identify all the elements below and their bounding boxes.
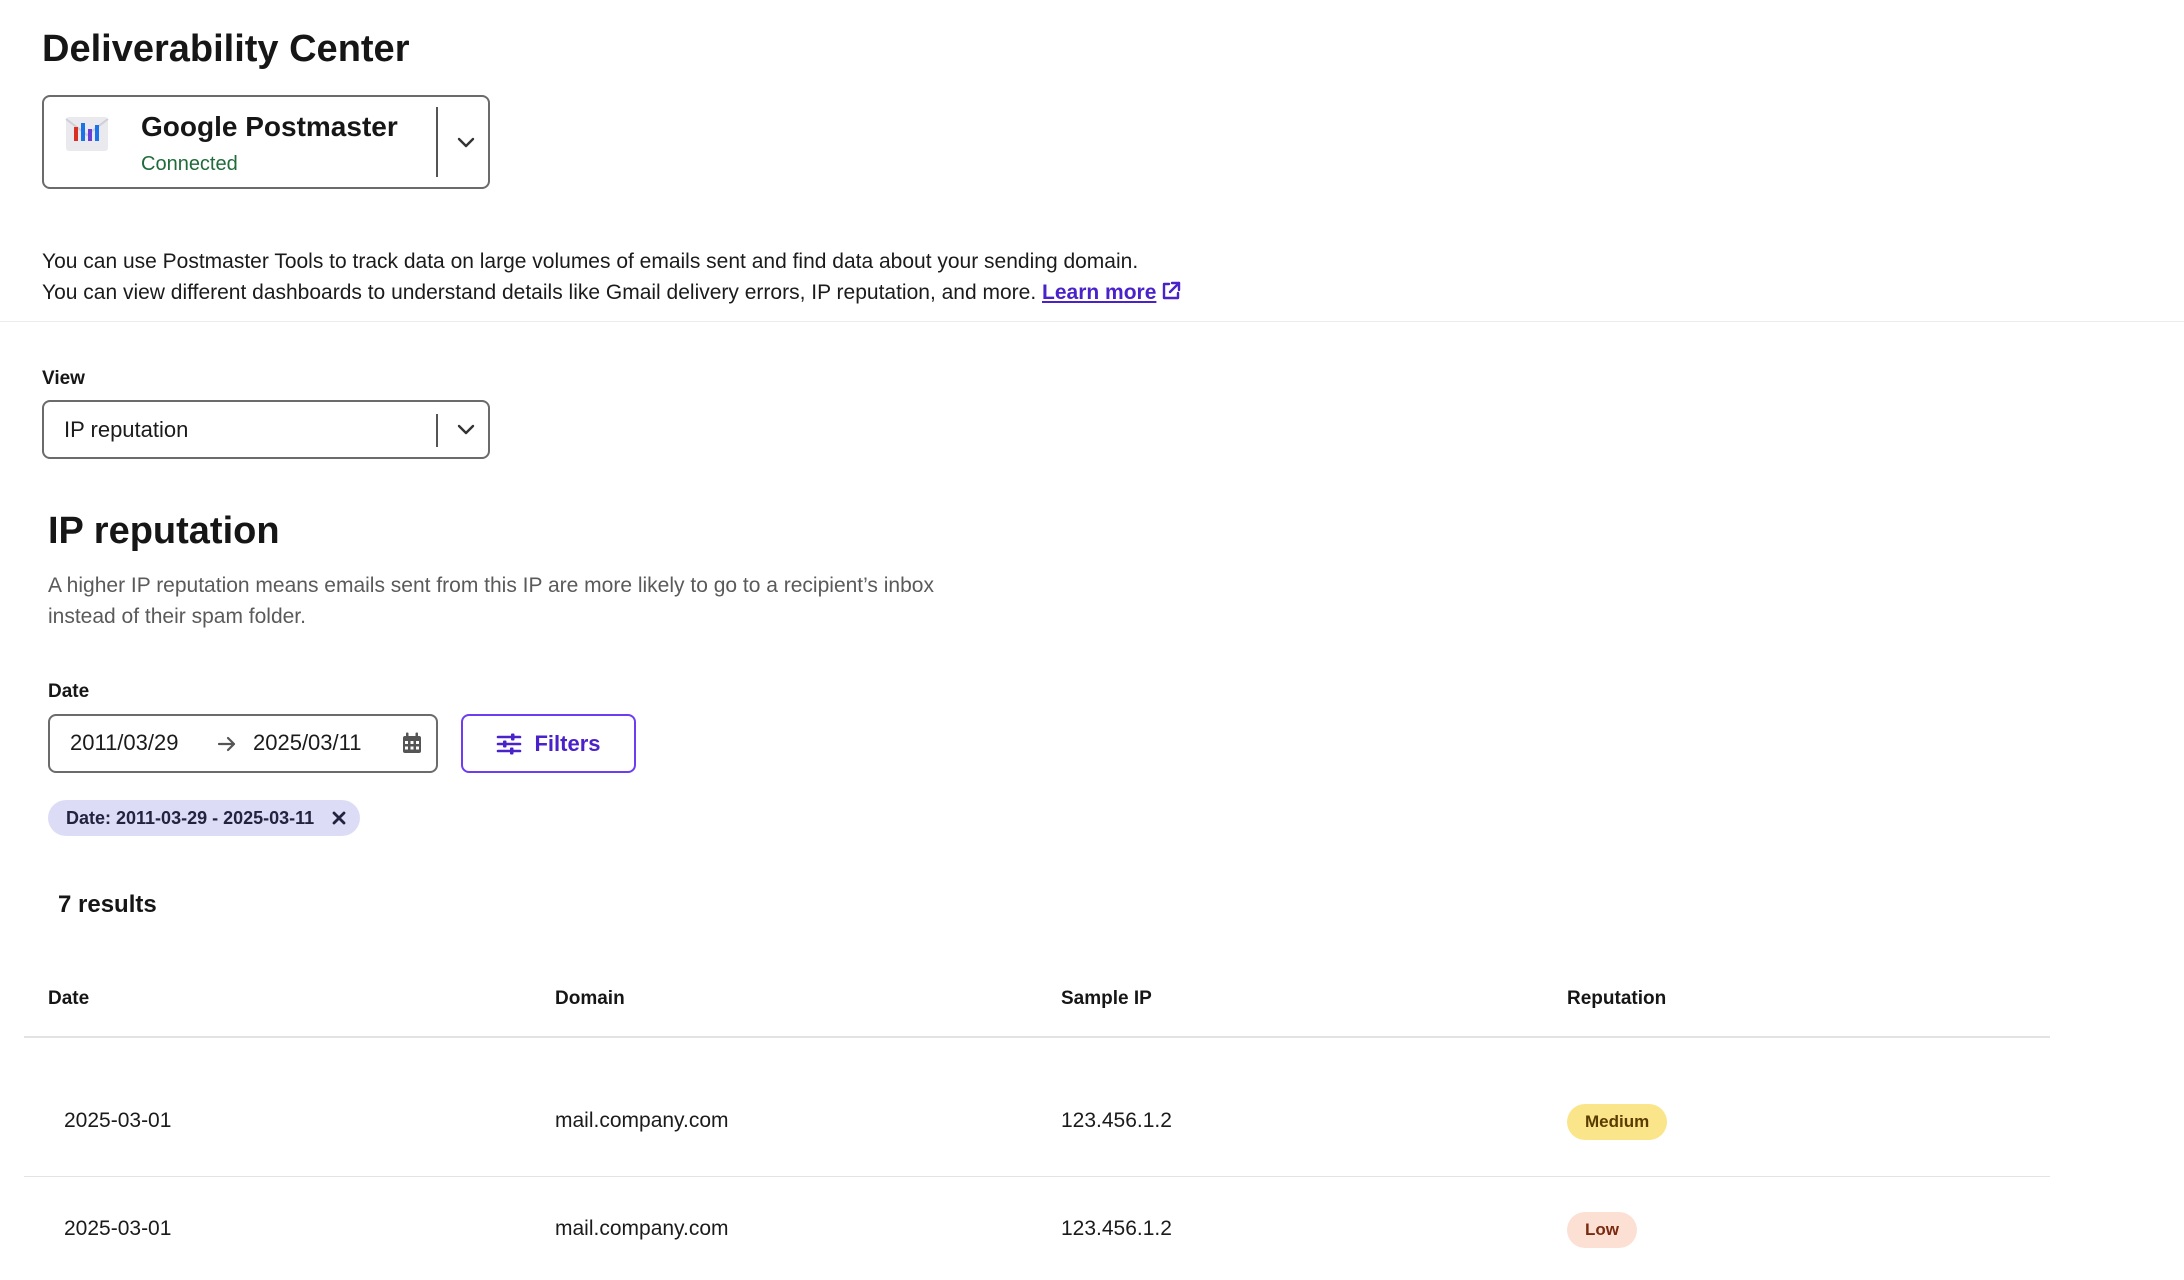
cell-sample-ip: 123.456.1.2 <box>1061 1217 1172 1240</box>
integration-status: Connected <box>141 153 238 175</box>
cell-date: 2025-03-01 <box>64 1109 172 1132</box>
reputation-badge-medium: Medium <box>1567 1104 1668 1140</box>
select-divider <box>436 414 438 447</box>
filters-button-label: Filters <box>534 730 601 756</box>
column-header-date[interactable]: Date <box>48 988 89 1010</box>
section-description: A higher IP reputation means emails sent… <box>48 574 934 628</box>
view-select-value: IP reputation <box>64 417 189 442</box>
chevron-down-icon[interactable] <box>456 133 476 153</box>
cell-sample-ip: 123.456.1.2 <box>1061 1109 1172 1132</box>
chevron-down-icon[interactable] <box>456 420 476 440</box>
section-title: IP reputation <box>48 510 280 552</box>
table-row[interactable]: 2025-03-01 mail.company.com 123.456.1.2 … <box>24 1177 2050 1280</box>
view-label: View <box>42 368 85 389</box>
date-start-input[interactable]: 2011/03/29 <box>70 730 178 756</box>
table-header: Date Domain Sample IP Reputation <box>24 970 2050 1038</box>
cell-date: 2025-03-01 <box>64 1217 172 1240</box>
view-select[interactable]: IP reputation <box>42 400 490 459</box>
arrow-right-icon <box>217 736 236 752</box>
results-count: 7 results <box>58 891 157 918</box>
close-icon[interactable] <box>332 811 346 825</box>
table-row[interactable]: 2025-03-01 mail.company.com 123.456.1.2 … <box>24 1038 2050 1177</box>
date-end-input[interactable]: 2025/03/11 <box>253 730 361 756</box>
page-title: Deliverability Center <box>42 28 410 70</box>
date-label: Date <box>48 681 90 702</box>
calendar-icon[interactable] <box>402 732 422 754</box>
section-divider <box>0 321 2184 322</box>
learn-more-link[interactable]: Learn more <box>1042 281 1156 304</box>
column-header-sample-ip[interactable]: Sample IP <box>1061 988 1152 1010</box>
column-header-reputation[interactable]: Reputation <box>1567 988 1666 1010</box>
intro-text: You can use Postmaster Tools to track da… <box>42 246 1342 308</box>
integration-selector[interactable]: Google Postmaster Connected <box>42 95 490 189</box>
intro-line-1: You can use Postmaster Tools to track da… <box>42 250 1139 273</box>
cell-domain: mail.company.com <box>555 1217 729 1240</box>
postmaster-logo-icon <box>65 117 109 151</box>
external-link-icon[interactable] <box>1160 280 1182 302</box>
integration-name: Google Postmaster <box>141 111 398 142</box>
sliders-icon <box>497 733 522 754</box>
filter-chip-label: Date: 2011-03-29 - 2025-03-11 <box>66 807 315 828</box>
filters-button[interactable]: Filters <box>461 714 636 773</box>
reputation-badge-low: Low <box>1567 1212 1637 1248</box>
card-divider <box>436 107 438 177</box>
active-filter-chip: Date: 2011-03-29 - 2025-03-11 <box>48 800 361 836</box>
column-header-domain[interactable]: Domain <box>555 988 625 1010</box>
ip-reputation-table: Date Domain Sample IP Reputation 2025-03… <box>24 970 2050 1280</box>
deliverability-center-page: Deliverability Center Google Postmaster … <box>0 0 2184 1280</box>
cell-domain: mail.company.com <box>555 1109 729 1132</box>
intro-line-2: You can view different dashboards to und… <box>42 277 1342 308</box>
date-range-picker[interactable]: 2011/03/29 2025/03/11 <box>48 714 438 773</box>
